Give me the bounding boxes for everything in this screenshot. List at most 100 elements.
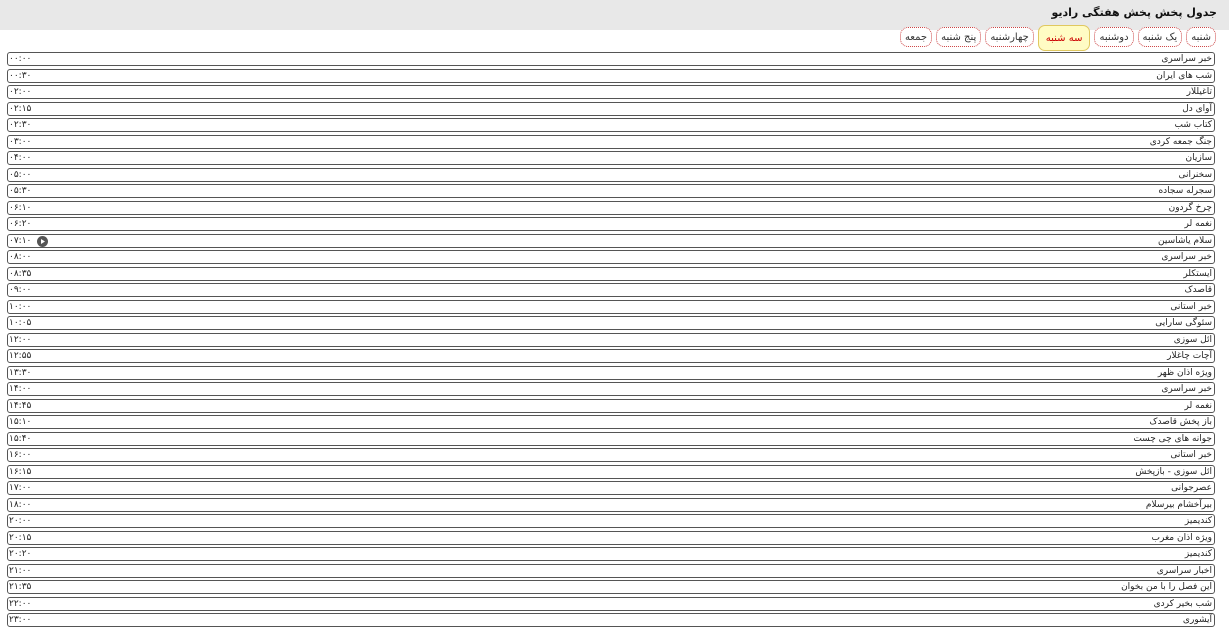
program-title: شب بخیر کردی — [1153, 598, 1212, 609]
schedule-row[interactable]: سازیان ۰۴:۰۰ — [7, 151, 1215, 165]
schedule-row[interactable]: جنگ جمعه کردی ۰۳:۰۰ — [7, 134, 1215, 149]
program-time: ۲۱:۰۰ — [9, 565, 32, 576]
program-title: خبر سراسری — [1161, 54, 1212, 64]
program-title: خبر استانی — [1170, 450, 1212, 460]
schedule-row[interactable]: آچات چاغلار ۱۲:۵۵ — [7, 349, 1215, 363]
program-title: ائل سوزی — [1173, 334, 1212, 345]
program-time: ۲۰:۲۰ — [9, 549, 32, 559]
program-time: ۱۳:۳۰ — [9, 367, 32, 378]
program-time: ۱۲:۰۰ — [9, 334, 32, 345]
program-title: کتاب شب — [1174, 120, 1212, 130]
schedule-row[interactable]: قاصدک ۰۹:۰۰ — [7, 283, 1215, 297]
schedule-row[interactable]: عصرجوانی ۱۷:۰۰ — [7, 481, 1215, 495]
program-title: آیشوری — [1182, 615, 1212, 625]
page-title: جدول پخش پخش هفتگی رادیو — [1051, 6, 1217, 19]
program-title: جوانه های چی چست — [1133, 433, 1212, 444]
schedule-row[interactable]: خبر سراسری ۰۸:۰۰ — [7, 250, 1215, 264]
program-time: ۱۰:۰۵ — [9, 318, 32, 328]
program-title: ویژه اذان مغرب — [1151, 532, 1212, 543]
program-time: ۲۱:۳۵ — [9, 582, 32, 592]
schedule-row[interactable]: خبر سراسری ۰۰:۰۰ — [7, 52, 1215, 66]
program-time: ۲۲:۰۰ — [9, 598, 32, 609]
schedule-row[interactable]: سلام یاشاسین ۰۷:۱۰ — [7, 233, 1215, 248]
program-time: ۰۲:۳۰ — [9, 120, 32, 130]
program-title: عصرجوانی — [1171, 483, 1212, 493]
program-time: ۱۸:۰۰ — [9, 499, 32, 510]
program-time: ۰۲:۱۵ — [9, 103, 32, 114]
schedule-row[interactable]: تاغیللار ۰۲:۰۰ — [7, 85, 1215, 99]
program-title: نغمه لر — [1184, 219, 1212, 229]
program-time: ۰۵:۰۰ — [9, 169, 32, 180]
schedule-row[interactable]: شب های ایران ۰۰:۳۰ — [7, 68, 1215, 83]
schedule-row[interactable]: سجرله سجاده ۰۵:۳۰ — [7, 184, 1215, 198]
program-title: اخبار سراسری — [1156, 565, 1212, 576]
tab-day-4[interactable]: چهارشنبه — [985, 27, 1034, 47]
schedule-row[interactable]: ائل سوزی ۱۲:۰۰ — [7, 332, 1215, 347]
schedule-row[interactable]: سخنرانی ۰۵:۰۰ — [7, 167, 1215, 182]
tab-day-6[interactable]: جمعه — [899, 27, 933, 47]
program-title: ویژه اذان ظهر — [1157, 367, 1212, 378]
program-title: خبر سراسری — [1161, 384, 1212, 394]
program-title: تاغیللار — [1186, 87, 1212, 97]
tab-day-2[interactable]: دوشنبه — [1094, 27, 1134, 47]
schedule-row[interactable]: خبر استانی ۱۰:۰۰ — [7, 299, 1215, 314]
program-title: ایستکلر — [1183, 268, 1212, 279]
schedule-row[interactable]: نغمه لر ۰۶:۲۰ — [7, 217, 1215, 231]
schedule-row[interactable]: کندیمیز ۲۰:۲۰ — [7, 547, 1215, 561]
program-time: ۰۶:۱۰ — [9, 202, 32, 213]
day-tabs: شنبه یک شنبه دوشنبه سه شنبه چهارشنبه پنج شنبه… — [899, 25, 1216, 51]
program-title: شب های ایران — [1156, 70, 1212, 81]
program-title: جنگ جمعه کردی — [1149, 136, 1212, 147]
schedule-row[interactable]: اخبار سراسری ۲۱:۰۰ — [7, 563, 1215, 578]
program-time: ۰۴:۰۰ — [9, 153, 32, 163]
program-title: ائل سوزی - بازپخش — [1135, 466, 1212, 477]
schedule-row[interactable]: سئوگی سارایی ۱۰:۰۵ — [7, 316, 1215, 330]
program-title: بیرآخشام بیرسلام — [1145, 499, 1212, 510]
program-time: ۰۸:۳۵ — [9, 268, 32, 279]
program-time: ۰۰:۳۰ — [9, 70, 32, 81]
program-title: باز پخش قاصدک — [1149, 417, 1212, 427]
program-time: ۰۰:۰۰ — [9, 54, 32, 64]
program-title: سئوگی سارایی — [1155, 318, 1212, 328]
schedule-row[interactable]: ویژه اذان ظهر ۱۳:۳۰ — [7, 365, 1215, 380]
schedule-row[interactable]: آیشوری ۲۳:۰۰ — [7, 613, 1215, 627]
program-time: ۰۸:۰۰ — [9, 252, 32, 262]
program-time: ۱۵:۴۰ — [9, 433, 32, 444]
schedule-row[interactable]: آوای دل ۰۲:۱۵ — [7, 101, 1215, 116]
schedule-row[interactable]: شب بخیر کردی ۲۲:۰۰ — [7, 596, 1215, 611]
program-title: سازیان — [1185, 153, 1213, 163]
program-title: چرخ گردون — [1168, 202, 1212, 213]
program-time: ۰۳:۰۰ — [9, 136, 32, 147]
program-title: نغمه لر — [1184, 400, 1212, 411]
schedule-row[interactable]: چرخ گردون ۰۶:۱۰ — [7, 200, 1215, 215]
program-time: ۲۰:۰۰ — [9, 516, 32, 526]
program-time: ۱۵:۱۰ — [9, 417, 32, 427]
schedule-row[interactable]: کتاب شب ۰۲:۳۰ — [7, 118, 1215, 132]
schedule-row[interactable]: ویژه اذان مغرب ۲۰:۱۵ — [7, 530, 1215, 545]
program-time: ۰۶:۲۰ — [9, 219, 32, 229]
program-title: کندیمیز — [1184, 516, 1212, 526]
tab-day-5[interactable]: پنج شنبه — [936, 27, 982, 47]
program-time: ۱۲:۵۵ — [9, 351, 32, 361]
schedule-row[interactable]: خبر استانی ۱۶:۰۰ — [7, 448, 1215, 462]
schedule-row[interactable]: باز پخش قاصدک ۱۵:۱۰ — [7, 415, 1215, 429]
program-time: ۱۶:۱۵ — [9, 466, 32, 477]
schedule-row[interactable]: ایستکلر ۰۸:۳۵ — [7, 266, 1215, 281]
program-time: ۲۰:۱۵ — [9, 532, 32, 543]
tab-day-3[interactable]: سه شنبه — [1037, 25, 1091, 51]
program-title: سخنرانی — [1178, 169, 1212, 180]
schedule-row[interactable]: خبر سراسری ۱۴:۰۰ — [7, 382, 1215, 396]
schedule-row[interactable]: جوانه های چی چست ۱۵:۴۰ — [7, 431, 1215, 446]
schedule-row[interactable]: کندیمیز ۲۰:۰۰ — [7, 514, 1215, 528]
program-title: خبر استانی — [1170, 301, 1212, 312]
tab-day-0[interactable]: شنبه — [1186, 27, 1216, 47]
tab-day-1[interactable]: یک شنبه — [1137, 27, 1183, 47]
schedule-row[interactable]: نغمه لر ۱۴:۴۵ — [7, 398, 1215, 413]
play-icon[interactable] — [37, 235, 48, 247]
program-title: سلام یاشاسین — [1158, 235, 1212, 246]
program-title: آوای دل — [1182, 103, 1212, 114]
program-title: خبر سراسری — [1161, 252, 1212, 262]
schedule-row[interactable]: ائل سوزی - بازپخش ۱۶:۱۵ — [7, 464, 1215, 479]
schedule-row[interactable]: این فصل را با من بخوان ۲۱:۳۵ — [7, 580, 1215, 594]
schedule-row[interactable]: بیرآخشام بیرسلام ۱۸:۰۰ — [7, 497, 1215, 512]
